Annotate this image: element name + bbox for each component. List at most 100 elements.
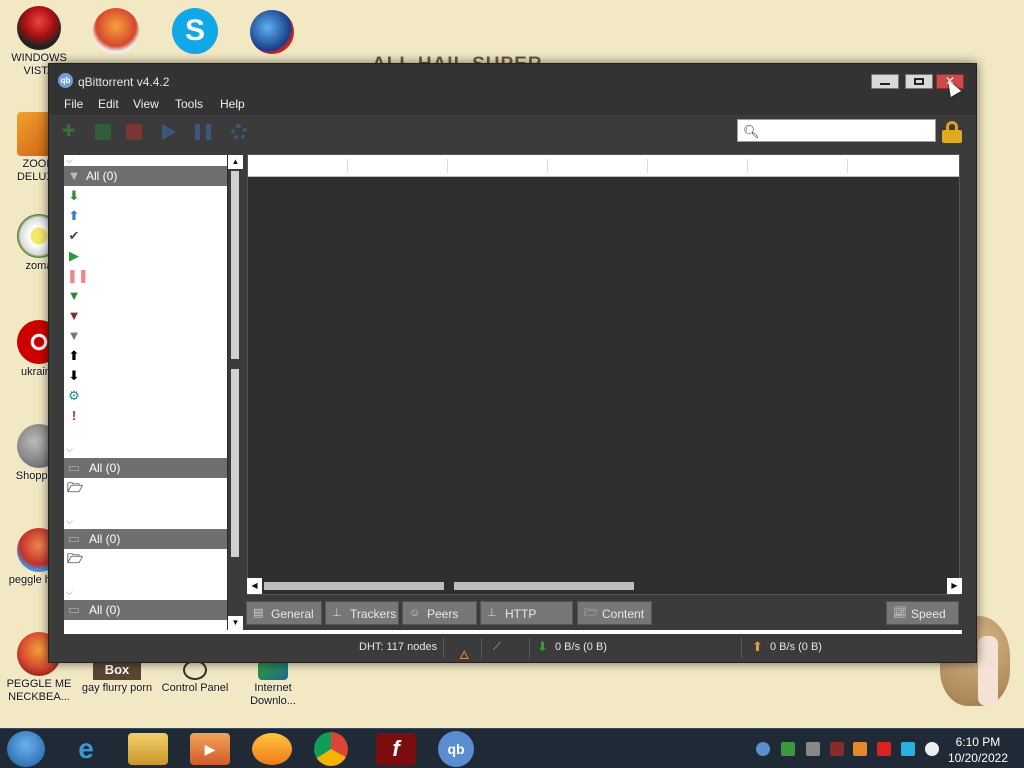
search-tray-icon[interactable] bbox=[853, 742, 867, 756]
clock-date: 10/20/2022 bbox=[947, 751, 1008, 765]
checking-icon: ⚙ bbox=[68, 388, 80, 403]
search-field[interactable]: 🔍︎ bbox=[737, 119, 936, 142]
stalled-uploading-icon: ⬆ bbox=[68, 348, 80, 363]
category-filter-uncategorized[interactable]: 🗁 bbox=[64, 478, 227, 498]
clock[interactable]: 6:10 PM 10/20/2022 bbox=[948, 734, 1008, 766]
volume-tray-icon[interactable] bbox=[925, 742, 939, 756]
chevron-down-icon[interactable]: ⌵ bbox=[66, 155, 73, 166]
tab-speed[interactable]: 📈︎ Speed bbox=[886, 601, 959, 625]
qbittorrent-tray-icon[interactable] bbox=[756, 742, 770, 756]
scroll-down-icon[interactable]: ▼ bbox=[228, 616, 243, 630]
status-filter-active[interactable]: ▼ bbox=[64, 286, 227, 306]
lock-icon[interactable] bbox=[942, 121, 962, 143]
resumed-icon: ▶ bbox=[69, 248, 79, 263]
skype-icon[interactable]: S bbox=[172, 8, 218, 54]
start-button[interactable] bbox=[7, 731, 45, 767]
desktop-icon-internet-download[interactable]: Internet Downlo... bbox=[234, 660, 312, 708]
upload-speed[interactable]: 0 B/s (0 B) bbox=[770, 641, 822, 653]
status-filter-resumed[interactable]: ▶ bbox=[64, 246, 227, 266]
resume-icon[interactable] bbox=[162, 124, 176, 140]
connection-status-icon[interactable]: 🜂︎ bbox=[459, 641, 470, 666]
search-input[interactable] bbox=[760, 122, 930, 139]
open-folder-icon: 🗁 bbox=[67, 551, 84, 566]
tab-content[interactable]: 🗁 Content bbox=[577, 601, 652, 625]
menu-help[interactable]: Help bbox=[220, 97, 245, 111]
monitor-tray-icon[interactable] bbox=[901, 742, 915, 756]
status-filter-all[interactable]: ▼ All (0) bbox=[64, 166, 227, 186]
window-title: qBittorrent v4.4.2 bbox=[78, 75, 170, 89]
scroll-thumb[interactable] bbox=[264, 582, 444, 590]
status-filter-stalled-downloading[interactable]: ⬇ bbox=[64, 366, 227, 386]
transfer-list-header[interactable] bbox=[248, 155, 959, 177]
alt-speed-icon[interactable]: ⟋ bbox=[493, 641, 501, 654]
tab-peers[interactable]: ☺ Peers bbox=[402, 601, 477, 625]
open-folder-icon: 🗁 bbox=[67, 480, 84, 495]
tag-filter-all[interactable]: ▭ All (0) bbox=[64, 529, 227, 549]
qbittorrent-taskbar-icon[interactable]: qb bbox=[438, 731, 474, 767]
scroll-left-icon[interactable]: ◀ bbox=[247, 578, 262, 594]
menu-edit[interactable]: Edit bbox=[98, 97, 119, 111]
add-torrent-link-icon[interactable]: ✚ bbox=[62, 124, 78, 140]
status-filter-inactive[interactable]: ▼ bbox=[64, 306, 227, 326]
status-filter-stalled[interactable]: ▼ bbox=[64, 326, 227, 346]
status-filter-stalled-uploading[interactable]: ⬆ bbox=[64, 346, 227, 366]
menu-view[interactable]: View bbox=[133, 97, 159, 111]
tag-filter-untagged[interactable]: 🗁 bbox=[64, 549, 227, 569]
status-filter-downloading[interactable]: ⬇ bbox=[64, 186, 227, 206]
maximize-button[interactable] bbox=[905, 74, 933, 89]
chevron-down-icon[interactable]: ⌵ bbox=[66, 516, 73, 527]
desktop-icon-peggle-top[interactable] bbox=[93, 8, 139, 54]
paused-icon: ❚❚ bbox=[67, 268, 89, 283]
media-player-icon[interactable]: ▶ bbox=[190, 733, 230, 765]
network-tray-icon[interactable] bbox=[781, 742, 795, 756]
category-filter-all[interactable]: ▭ All (0) bbox=[64, 458, 227, 478]
properties-tab-bar: ▤General ⊥Trackers ☺Peers ⊥HTTP Sources … bbox=[246, 601, 963, 645]
flag-tray-icon[interactable] bbox=[877, 742, 891, 756]
scroll-up-icon[interactable]: ▲ bbox=[228, 155, 243, 169]
tab-http-sources[interactable]: ⊥HTTP Sources bbox=[480, 601, 573, 645]
status-filter-errored[interactable]: ! bbox=[64, 406, 227, 426]
download-speed[interactable]: 0 B/s (0 B) bbox=[555, 641, 607, 653]
menu-bar: File Edit View Tools Help bbox=[49, 94, 976, 115]
minimize-button[interactable] bbox=[871, 74, 899, 89]
tray-icon[interactable] bbox=[806, 742, 820, 756]
scroll-thumb[interactable] bbox=[231, 171, 239, 359]
tab-general[interactable]: ▤ General bbox=[246, 601, 322, 625]
internet-explorer-icon[interactable]: e bbox=[66, 733, 106, 765]
menu-tools[interactable]: Tools bbox=[175, 97, 203, 111]
status-filter-completed[interactable]: ✔ bbox=[64, 226, 227, 246]
desktop-icon-control-panel[interactable]: Control Panel bbox=[156, 660, 234, 695]
box-icon: Box bbox=[93, 660, 141, 680]
uc-browser-icon[interactable] bbox=[252, 733, 292, 765]
vista-orb-icon bbox=[17, 6, 61, 50]
pause-icon[interactable] bbox=[195, 124, 211, 140]
tracker-filter-all[interactable]: ▭ All (0) bbox=[64, 600, 227, 620]
tab-trackers[interactable]: ⊥ Trackers bbox=[325, 601, 399, 625]
status-filter-checking[interactable]: ⚙ bbox=[64, 386, 227, 406]
chrome-icon[interactable] bbox=[314, 732, 348, 766]
status-filter-paused[interactable]: ❚❚ bbox=[64, 266, 227, 286]
delete-torrent-icon[interactable] bbox=[126, 124, 142, 140]
transfer-list[interactable] bbox=[247, 154, 960, 595]
title-bar[interactable]: qb qBittorrent v4.4.2 ✕ bbox=[49, 64, 976, 94]
tracker-icon: ▭ bbox=[67, 602, 81, 617]
tray-icon[interactable] bbox=[830, 742, 844, 756]
add-torrent-file-icon[interactable] bbox=[95, 124, 111, 140]
globe-icon[interactable] bbox=[250, 10, 294, 54]
stalled-icon: ▼ bbox=[67, 328, 81, 343]
chevron-down-icon[interactable]: ⌵ bbox=[66, 587, 73, 598]
folder-icon: 🗁 bbox=[584, 607, 598, 619]
status-filter-seeding[interactable]: ⬆ bbox=[64, 206, 227, 226]
sidebar-scrollbar[interactable]: ▲ ▼ bbox=[227, 155, 243, 630]
inactive-icon: ▼ bbox=[67, 308, 81, 323]
search-icon: 🔍︎ bbox=[743, 124, 760, 139]
status-bar: DHT: 117 nodes 🜂︎ ⟋ ⬇ 0 B/s (0 B) ⬆ 0 B/… bbox=[49, 634, 976, 662]
scroll-right-icon[interactable]: ▶ bbox=[947, 578, 962, 594]
options-gear-icon[interactable] bbox=[231, 124, 247, 140]
chevron-down-icon[interactable]: ⌵ bbox=[66, 444, 73, 455]
menu-file[interactable]: File bbox=[64, 97, 83, 111]
transfer-horizontal-scrollbar[interactable]: ◀ ▶ bbox=[247, 578, 962, 594]
desktop-icon-gay-flurry[interactable]: Box gay flurry porn bbox=[78, 660, 156, 695]
file-explorer-icon[interactable] bbox=[128, 733, 168, 765]
flash-icon[interactable]: f bbox=[376, 733, 416, 765]
